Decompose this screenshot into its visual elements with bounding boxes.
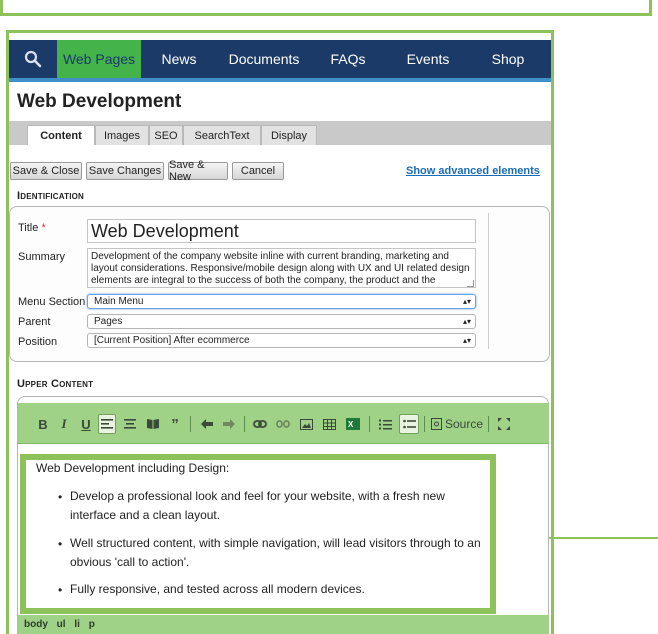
parent-label: Parent <box>18 316 51 328</box>
bulleted-list-button[interactable] <box>399 414 419 434</box>
underline-button[interactable]: U <box>79 414 93 434</box>
nav-item-news[interactable]: News <box>141 40 217 78</box>
tab-searchtext[interactable]: SearchText <box>183 125 261 145</box>
position-value: [Current Position] After ecommerce <box>94 335 250 346</box>
nav-search-button[interactable] <box>9 40 57 78</box>
spreadsheet-icon: X <box>346 418 360 430</box>
align-left-button[interactable] <box>98 414 116 434</box>
menu-section-label: Menu Section <box>18 296 86 308</box>
bullet-icon: • <box>58 583 63 597</box>
list-item: Develop a professional look and feel for… <box>70 489 445 522</box>
nav-item-documents[interactable]: Documents <box>217 40 311 78</box>
spreadsheet-button[interactable]: X <box>344 414 362 434</box>
align-center-button[interactable] <box>121 414 139 434</box>
title-input[interactable]: Web Development <box>87 219 476 243</box>
quote-icon: ” <box>171 415 179 433</box>
parent-value: Pages <box>94 316 123 327</box>
align-left-icon <box>101 419 113 429</box>
svg-text:X: X <box>348 420 354 429</box>
bold-button[interactable]: B <box>36 414 50 434</box>
redo-icon <box>223 419 235 429</box>
position-select[interactable]: [Current Position] After ecommerce ▴▾ <box>87 333 476 348</box>
select-arrows-icon: ▴▾ <box>462 336 471 345</box>
bulleted-list-icon <box>402 419 416 428</box>
nav-item-events[interactable]: Events <box>385 40 471 78</box>
numbered-list-icon <box>378 419 392 429</box>
bullet-icon: • <box>58 490 63 504</box>
summary-label: Summary <box>18 251 66 263</box>
save-changes-button[interactable]: Save Changes <box>86 162 164 180</box>
toolbar-separator <box>190 416 191 432</box>
path-item-p[interactable]: p <box>89 619 95 630</box>
tab-display[interactable]: Display <box>261 125 317 145</box>
book-icon <box>147 419 159 429</box>
image-icon <box>299 418 313 430</box>
image-button[interactable] <box>297 414 315 434</box>
source-label: Source <box>444 417 484 431</box>
link-icon <box>253 420 267 428</box>
table-icon <box>322 418 336 430</box>
search-icon <box>24 50 42 68</box>
select-arrows-icon: ▴▾ <box>462 317 471 326</box>
save-new-button[interactable]: Save & New <box>168 159 228 183</box>
cancel-button[interactable]: Cancel <box>232 162 284 180</box>
path-item-body[interactable]: body <box>24 619 48 630</box>
numbered-list-button[interactable] <box>376 414 394 434</box>
bullet-icon: • <box>58 537 63 551</box>
show-advanced-link[interactable]: Show advanced elements <box>406 165 540 177</box>
callout-frame-top <box>0 0 652 16</box>
italic-button[interactable]: I <box>57 414 71 434</box>
source-icon <box>430 418 442 430</box>
list-item: Fully responsive, and tested across all … <box>70 582 365 596</box>
unlink-icon <box>276 420 290 428</box>
redo-button[interactable] <box>220 414 238 434</box>
position-label: Position <box>18 336 58 348</box>
nav-item-shop[interactable]: Shop <box>471 40 545 78</box>
undo-button[interactable] <box>198 414 216 434</box>
maximize-icon <box>498 418 510 430</box>
maximize-button[interactable] <box>495 414 513 434</box>
book-button[interactable] <box>143 414 163 434</box>
resize-grip-icon[interactable] <box>467 280 474 287</box>
unlink-button[interactable] <box>274 414 292 434</box>
parent-select[interactable]: Pages ▴▾ <box>87 314 476 329</box>
save-close-button[interactable]: Save & Close <box>10 162 82 180</box>
page-title: Web Development <box>17 91 182 112</box>
title-label-text: Title <box>18 222 39 234</box>
tab-seo[interactable]: SEO <box>149 125 183 145</box>
toolbar-separator <box>488 416 489 432</box>
title-label: Title * <box>18 222 46 234</box>
identification-heading: Identification <box>17 190 85 202</box>
toolbar-separator <box>424 416 425 432</box>
table-button[interactable] <box>320 414 338 434</box>
toolbar-separator <box>244 416 245 432</box>
source-button[interactable]: Source <box>430 414 484 434</box>
upper-content-heading: Upper Content <box>17 378 94 390</box>
tab-images[interactable]: Images <box>95 125 149 145</box>
required-marker: * <box>41 222 46 234</box>
nav-divider <box>9 78 551 82</box>
summary-textarea[interactable]: Development of the company website inlin… <box>87 248 476 288</box>
content-intro-text: Web Development including Design: <box>36 461 230 475</box>
undo-icon <box>201 419 213 429</box>
link-button[interactable] <box>251 414 269 434</box>
nav-item-web-pages[interactable]: Web Pages <box>57 40 141 78</box>
path-item-ul[interactable]: ul <box>57 619 66 630</box>
menu-section-value: Main Menu <box>94 296 144 307</box>
tab-content[interactable]: Content <box>27 125 95 145</box>
nav-item-faqs[interactable]: FAQs <box>311 40 385 78</box>
main-navigation: Web Pages News Documents FAQs Events Sho… <box>9 40 551 78</box>
toolbar-separator <box>369 416 370 432</box>
element-path-bar: body ul li p <box>18 615 549 634</box>
menu-section-select[interactable]: Main Menu ▴▾ <box>87 294 476 309</box>
path-item-li[interactable]: li <box>74 619 80 630</box>
list-item: Well structured content, with simple nav… <box>70 536 481 569</box>
blockquote-button[interactable]: ” <box>166 414 184 434</box>
panel-divider <box>488 213 489 349</box>
select-arrows-icon: ▴▾ <box>462 297 471 306</box>
align-center-icon <box>124 419 136 429</box>
tab-bar: Content Images SEO SearchText Display <box>9 121 551 145</box>
